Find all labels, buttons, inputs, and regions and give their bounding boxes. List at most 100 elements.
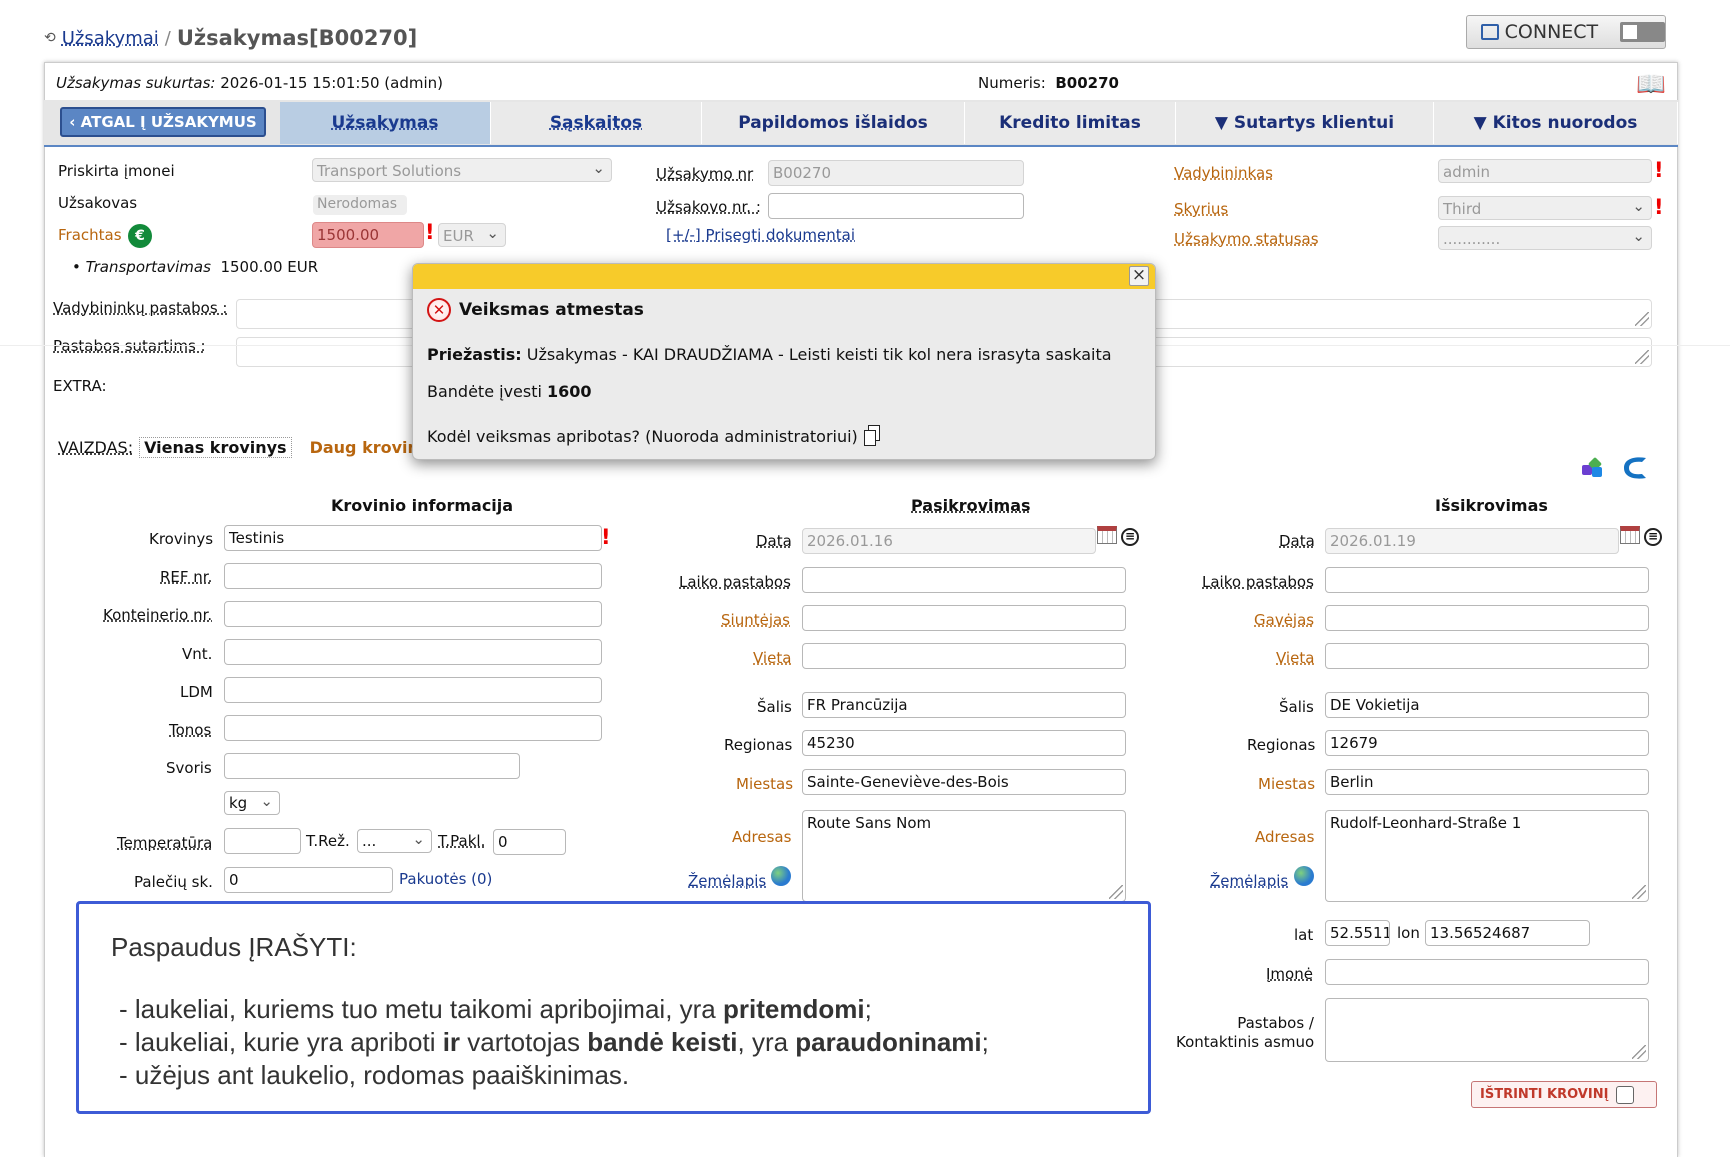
unloading-city-label: Miestas <box>1258 775 1316 793</box>
unloading-address-label: Adresas <box>1255 828 1315 846</box>
error-title-row: ✕ Veiksmas atmestas <box>427 298 644 322</box>
temp-regime-select[interactable]: ... <box>357 829 432 853</box>
note-line-1: - laukeliai, kuriems tuo metu taikomi ap… <box>119 994 872 1024</box>
unloading-map-link[interactable]: Žemėlapis <box>1210 872 1288 890</box>
receiver-input[interactable] <box>1325 605 1649 631</box>
container-input[interactable] <box>224 601 602 627</box>
packages-link[interactable]: Pakuotės (0) <box>399 870 492 888</box>
unloading-place-label: Vieta <box>1276 649 1315 667</box>
globe-icon[interactable] <box>1294 866 1314 886</box>
unloading-address-textarea[interactable]: Rudolf-Leonhard-Straße 1 <box>1325 810 1649 902</box>
tab-other-links[interactable]: ▼ Kitos nuorodos <box>1434 102 1678 144</box>
loading-place-input[interactable] <box>802 643 1126 669</box>
weight-input[interactable] <box>224 753 520 779</box>
ref-label: REF nr. <box>160 568 213 586</box>
transport-line: • Transportavimas 1500.00 EUR <box>72 258 319 276</box>
unloading-city-input[interactable]: Berlin <box>1325 769 1649 795</box>
history-icon: ⟲ <box>44 30 56 46</box>
puzzle-app-icon[interactable] <box>1580 455 1606 481</box>
weight-unit-select[interactable]: kg <box>224 791 280 815</box>
loading-date-input[interactable]: 2026.01.16 <box>802 528 1096 554</box>
unloading-time-notes-input[interactable] <box>1325 567 1649 593</box>
loading-time-notes-input[interactable] <box>802 567 1126 593</box>
unloading-region-label: Regionas <box>1247 736 1316 754</box>
units-label: Vnt. <box>182 645 213 663</box>
temp-tolerance-input[interactable]: 0 <box>493 829 566 855</box>
sender-label: Siuntėjas <box>721 611 790 629</box>
assigned-company-select[interactable]: Transport Solutions <box>312 158 612 182</box>
pallets-input[interactable]: 0 <box>224 867 393 893</box>
breadcrumb-orders-link[interactable]: Užsakymai <box>62 28 159 49</box>
sender-input[interactable] <box>802 605 1126 631</box>
extra-label: EXTRA: <box>53 377 107 395</box>
delete-checkbox[interactable] <box>1616 1085 1635 1104</box>
unloading-region-input[interactable]: 12679 <box>1325 730 1649 756</box>
department-select[interactable]: Third <box>1438 196 1652 220</box>
back-to-orders-button[interactable]: ‹ ATGAL Į UŽSAKYMUS <box>60 107 266 137</box>
unloading-place-input[interactable] <box>1325 643 1649 669</box>
note-title: Paspaudus ĮRAŠYTI: <box>111 932 357 962</box>
tab-invoices[interactable]: Sąskaitos <box>491 102 702 144</box>
delete-cargo-button[interactable]: IŠTRINTI KROVINĮ <box>1471 1081 1657 1108</box>
connect-toggle[interactable] <box>1620 22 1665 42</box>
loading-time-notes-label: Laiko pastabos <box>679 573 791 591</box>
close-icon[interactable]: × <box>1129 266 1149 286</box>
fleet-app-icon[interactable] <box>1620 454 1650 482</box>
loading-city-input[interactable]: Sainte-Geneviève-des-Bois <box>802 769 1126 795</box>
cargo-label: Krovinys <box>149 530 214 548</box>
ldm-input[interactable] <box>224 677 602 703</box>
manager-input[interactable]: admin <box>1438 159 1652 183</box>
order-status-select[interactable]: ............ <box>1438 226 1652 250</box>
notes-contact-textarea[interactable] <box>1325 998 1649 1062</box>
units-input[interactable] <box>224 639 602 665</box>
list-icon[interactable]: ≡ <box>1644 528 1662 546</box>
error-icon: ✕ <box>427 298 451 322</box>
tab-extra-costs[interactable]: Papildomos išlaidos <box>702 102 965 144</box>
unloading-date-input[interactable]: 2026.01.19 <box>1325 528 1619 554</box>
freight-input[interactable]: 1500.00 <box>312 222 424 248</box>
customer-label: Užsakovas <box>58 194 138 212</box>
ref-input[interactable] <box>224 563 602 589</box>
copy-icon[interactable] <box>863 425 882 447</box>
note-line-2: - laukeliai, kurie yra apriboti ir varto… <box>119 1027 989 1057</box>
loading-map-link[interactable]: Žemėlapis <box>688 872 766 890</box>
unloading-country-label: Šalis <box>1279 698 1314 716</box>
loading-date-label: Data <box>756 532 792 550</box>
tons-input[interactable] <box>224 715 602 741</box>
cargo-input[interactable]: Testinis <box>224 525 602 551</box>
calendar-icon[interactable] <box>1097 526 1117 544</box>
tab-client-contracts[interactable]: ▼ Sutartys klientui <box>1176 102 1434 144</box>
loading-address-textarea[interactable]: Route Sans Nom <box>802 810 1126 902</box>
manual-book-icon[interactable]: 📖 <box>1636 70 1666 98</box>
globe-icon[interactable] <box>771 866 791 886</box>
loading-heading: Pasikrovimas <box>911 496 1031 515</box>
view-single-cargo[interactable]: Vienas krovinys <box>139 437 292 458</box>
order-nr-input: B00270 <box>768 160 1024 186</box>
customer-nr-input[interactable] <box>768 193 1024 219</box>
calendar-icon[interactable] <box>1620 526 1640 544</box>
temperature-input[interactable] <box>224 828 301 854</box>
company-label: Įmonė <box>1266 965 1313 983</box>
lon-input[interactable]: 13.56524687 <box>1425 920 1590 946</box>
manager-notes-label: Vadybininkų pastabos : <box>53 299 228 317</box>
tab-order[interactable]: Užsakymas <box>280 102 491 144</box>
customer-value: Nerodomas <box>313 195 407 215</box>
connect-button[interactable]: CONNECT <box>1466 15 1666 49</box>
currency-select[interactable]: EUR <box>438 223 506 247</box>
freight-label: Frachtas <box>58 226 122 244</box>
unloading-country-input[interactable]: DE Vokietija <box>1325 692 1649 718</box>
attach-documents-link[interactable]: [+/-] Prisegti dokumentai <box>666 226 855 244</box>
loading-country-input[interactable]: FR Prancūzija <box>802 692 1126 718</box>
temp-tolerance-label: T.Pakl. <box>438 832 486 850</box>
lat-input[interactable]: 52.5511 <box>1325 920 1390 946</box>
order-nr-label: Užsakymo nr <box>656 165 754 183</box>
required-mark: ! <box>1654 195 1664 219</box>
error-title: Veiksmas atmestas <box>459 300 644 320</box>
required-mark: ! <box>425 220 435 244</box>
loading-region-input[interactable]: 45230 <box>802 730 1126 756</box>
company-input[interactable] <box>1325 959 1649 985</box>
list-icon[interactable]: ≡ <box>1121 528 1139 546</box>
tab-credit-limit[interactable]: Kredito limitas <box>965 102 1176 144</box>
required-mark: ! <box>601 525 611 549</box>
error-dialog: × ✕ Veiksmas atmestas Priežastis: Užsaky… <box>412 263 1156 460</box>
